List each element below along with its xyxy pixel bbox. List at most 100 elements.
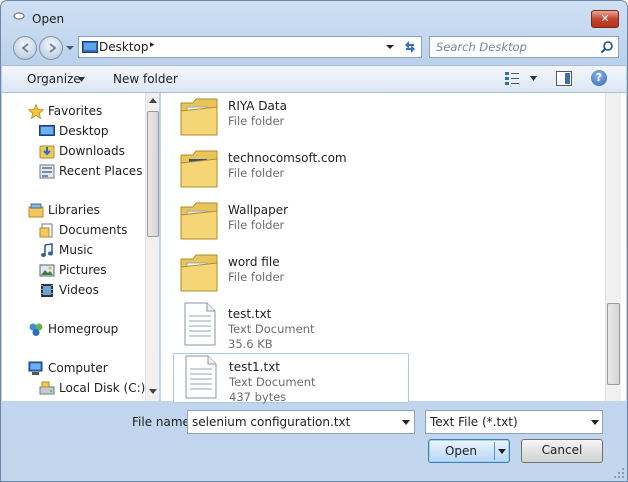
file-name: RIYA Data (228, 99, 287, 113)
videos-icon (41, 284, 53, 297)
refresh-icon[interactable] (399, 37, 421, 57)
chevron-down-icon[interactable] (385, 43, 395, 51)
file-name: word file (228, 255, 280, 269)
nav-label: Recent Places (59, 164, 143, 178)
local-disk-icon (39, 381, 55, 395)
text-file-icon (184, 302, 216, 346)
cancel-button[interactable]: Cancel (521, 439, 603, 463)
split-divider (494, 442, 495, 460)
navigation-pane: Favorites Desktop Downloads Recent Place… (2, 93, 159, 401)
recent-places-icon (39, 164, 55, 179)
nav-label: Computer (48, 361, 108, 375)
chevron-down-icon[interactable] (78, 77, 85, 82)
app-icon (13, 12, 25, 20)
nav-label: Documents (59, 223, 128, 237)
file-size: 437 bytes (229, 390, 287, 404)
scrollbar-thumb[interactable] (147, 111, 159, 237)
open-button[interactable]: Open (428, 439, 510, 463)
file-name-input[interactable]: selenium configuration.txt (187, 410, 415, 434)
nav-label: Downloads (59, 144, 125, 158)
search-input[interactable]: Search Desktop (429, 36, 619, 58)
downloads-icon (39, 145, 55, 159)
nav-label: Favorites (48, 104, 103, 118)
file-type: File folder (228, 114, 285, 128)
search-icon[interactable] (600, 40, 614, 54)
file-type: File folder (228, 166, 285, 180)
file-type: File folder (228, 270, 285, 284)
file-list: RIYA Data File folder technocomsoft.com … (161, 93, 626, 404)
nav-label: Libraries (48, 203, 100, 217)
folder-icon (180, 202, 218, 240)
nav-label: Desktop (59, 124, 109, 138)
file-type: Text Document (228, 322, 315, 336)
chevron-down-icon[interactable] (530, 76, 537, 81)
file-type-value[interactable]: Text File (*.txt) (430, 415, 518, 429)
forward-button[interactable] (39, 36, 63, 60)
organize-button[interactable]: Organize (27, 72, 81, 86)
file-name: Wallpaper (228, 203, 289, 217)
file-item-text[interactable]: test.txt Text Document 35.6 KB (173, 301, 409, 351)
file-name: test1.txt (229, 360, 281, 374)
desktop-icon (82, 41, 98, 53)
desktop-icon (39, 125, 55, 136)
file-item-folder[interactable]: Wallpaper File folder (173, 197, 409, 247)
file-item-text-selected[interactable]: test1.txt Text Document 437 bytes (173, 353, 409, 404)
folder-icon (180, 98, 218, 136)
file-type: File folder (228, 218, 285, 232)
breadcrumb-separator[interactable]: ▸ (150, 40, 155, 50)
close-icon: ✕ (600, 12, 610, 25)
folder-icon (180, 150, 218, 188)
nav-label: Homegroup (48, 322, 119, 336)
computer-icon (28, 361, 43, 375)
chevron-down-icon[interactable] (591, 420, 599, 425)
file-list-scrollbar[interactable] (605, 93, 621, 401)
libraries-icon (28, 203, 44, 218)
open-dialog: Open ✕ Desktop ▸ Search Desktop Organize… (0, 0, 628, 482)
chevron-down-icon[interactable] (498, 449, 506, 454)
arrow-left-icon (21, 43, 29, 53)
search-placeholder: Search Desktop (436, 40, 527, 54)
nav-label: Music (59, 243, 94, 257)
star-icon (28, 104, 44, 119)
title-bar: Open ✕ (1, 1, 627, 31)
file-name: technocomsoft.com (228, 151, 347, 165)
close-button[interactable]: ✕ (591, 10, 619, 28)
scrollbar-thumb[interactable] (607, 303, 620, 385)
preview-pane-icon[interactable] (556, 71, 572, 86)
documents-icon (39, 223, 53, 238)
file-name: test.txt (228, 307, 272, 321)
help-icon: ? (595, 71, 603, 84)
chevron-down-icon[interactable] (402, 420, 410, 425)
music-icon (41, 243, 53, 257)
command-toolbar: Organize New folder ? (2, 65, 626, 93)
folder-icon (180, 254, 218, 292)
file-item-folder[interactable]: technocomsoft.com File folder (173, 145, 409, 195)
text-file-icon (185, 355, 217, 399)
nav-label: Local Disk (C:) (59, 381, 146, 395)
file-type-select[interactable]: Text File (*.txt) (425, 410, 603, 434)
back-button[interactable] (13, 36, 37, 60)
file-type: Text Document (229, 375, 316, 389)
address-path[interactable]: Desktop (99, 40, 149, 54)
file-size: 35.6 KB (228, 337, 273, 351)
file-name-label: File name: (132, 415, 194, 429)
homegroup-icon (29, 323, 43, 336)
new-folder-button[interactable]: New folder (113, 72, 178, 86)
change-view-icon[interactable] (504, 71, 520, 86)
resize-grip-icon[interactable] (613, 467, 625, 479)
open-button-label: Open (444, 444, 478, 458)
scroll-up-icon[interactable] (149, 97, 157, 103)
file-item-folder[interactable]: RIYA Data File folder (173, 93, 409, 143)
pictures-icon (39, 264, 55, 277)
navigation-scrollbar[interactable] (145, 93, 159, 401)
window-title: Open (32, 12, 65, 26)
arrow-right-icon (49, 43, 57, 53)
address-bar[interactable]: Desktop ▸ (78, 36, 422, 58)
help-button[interactable]: ? (591, 70, 607, 86)
nav-label: Videos (59, 283, 99, 297)
scroll-down-icon[interactable] (149, 389, 157, 395)
recent-locations-icon[interactable] (65, 43, 75, 53)
file-item-folder[interactable]: word file File folder (173, 249, 409, 299)
file-name-value[interactable]: selenium configuration.txt (192, 415, 350, 429)
nav-label: Pictures (59, 263, 107, 277)
